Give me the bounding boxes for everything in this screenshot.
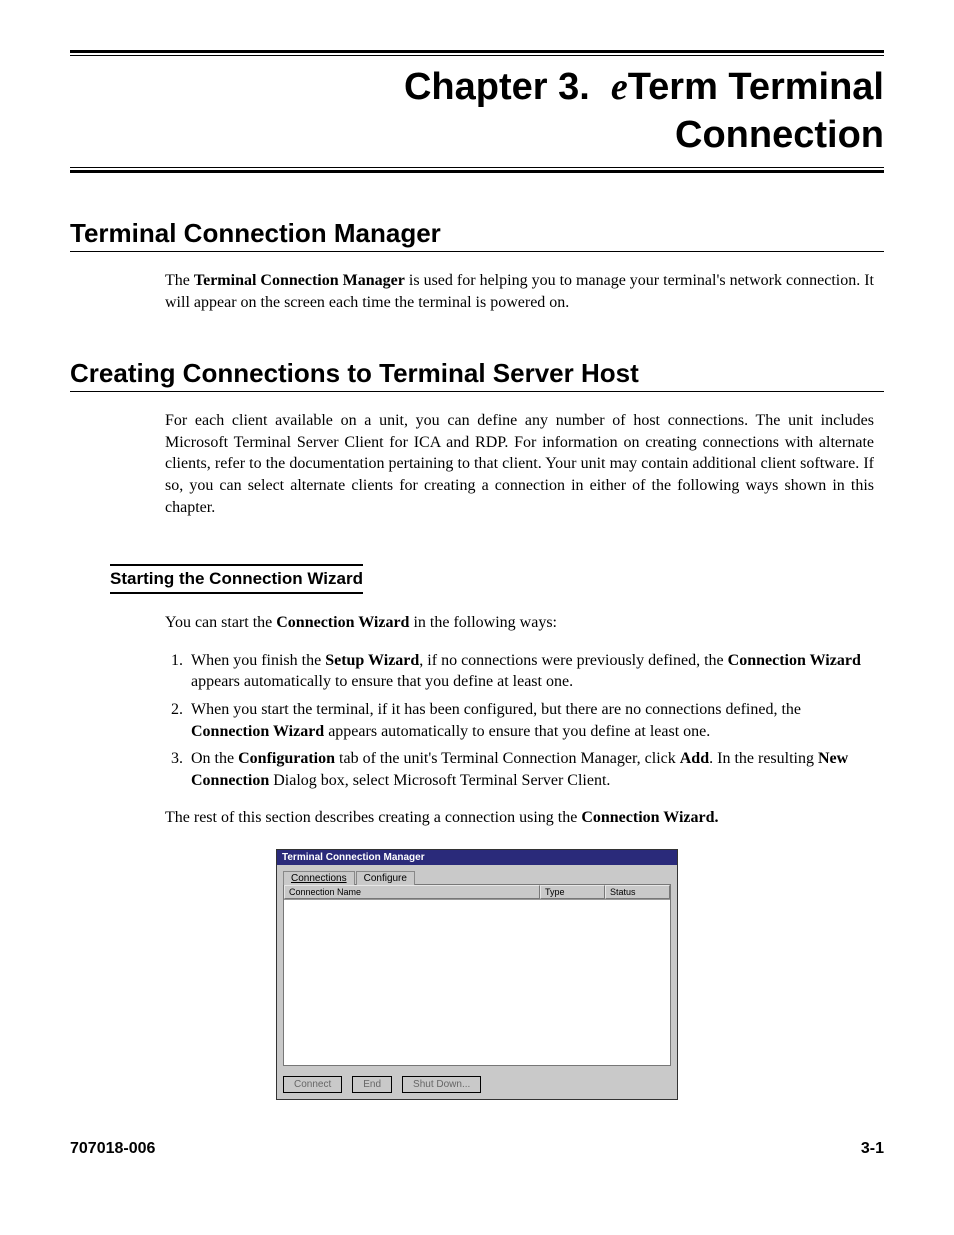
page-number: 3-1: [861, 1140, 884, 1158]
shutdown-button[interactable]: Shut Down...: [402, 1076, 481, 1093]
column-status[interactable]: Status: [605, 885, 670, 899]
list-item: On the Configuration tab of the unit's T…: [187, 748, 874, 791]
page-footer: 707018-006 3-1: [70, 1140, 884, 1158]
subsection-heading: Starting the Connection Wizard: [110, 564, 363, 594]
paragraph: For each client available on a unit, you…: [165, 410, 874, 518]
section-heading: Creating Connections to Terminal Server …: [70, 358, 884, 389]
list-item: When you start the terminal, if it has b…: [187, 699, 874, 742]
rule: [70, 251, 884, 252]
tab-configure[interactable]: Configure: [356, 871, 415, 885]
paragraph: The Terminal Connection Manager is used …: [165, 270, 874, 313]
end-button[interactable]: End: [352, 1076, 392, 1093]
doc-number: 707018-006: [70, 1140, 155, 1158]
rule: [70, 170, 884, 173]
column-connection-name[interactable]: Connection Name: [284, 885, 540, 899]
paragraph: The rest of this section describes creat…: [165, 807, 874, 829]
ordered-list: When you finish the Setup Wizard, if no …: [165, 650, 874, 792]
column-type[interactable]: Type: [540, 885, 605, 899]
rule: [70, 167, 884, 168]
list-item: When you finish the Setup Wizard, if no …: [187, 650, 874, 693]
connection-list[interactable]: Connection Name Type Status: [283, 884, 671, 1066]
terminal-connection-manager-screenshot: Terminal Connection Manager Connections …: [276, 849, 678, 1100]
rule: [70, 50, 884, 53]
paragraph: You can start the Connection Wizard in t…: [165, 612, 874, 634]
rule: [70, 391, 884, 392]
window-titlebar: Terminal Connection Manager: [277, 850, 677, 865]
chapter-title: Chapter 3. eTerm Terminal Connection: [70, 64, 884, 159]
section-heading: Terminal Connection Manager: [70, 218, 884, 249]
rule: [70, 55, 884, 56]
connect-button[interactable]: Connect: [283, 1076, 342, 1093]
tab-connections[interactable]: Connections: [283, 871, 355, 885]
